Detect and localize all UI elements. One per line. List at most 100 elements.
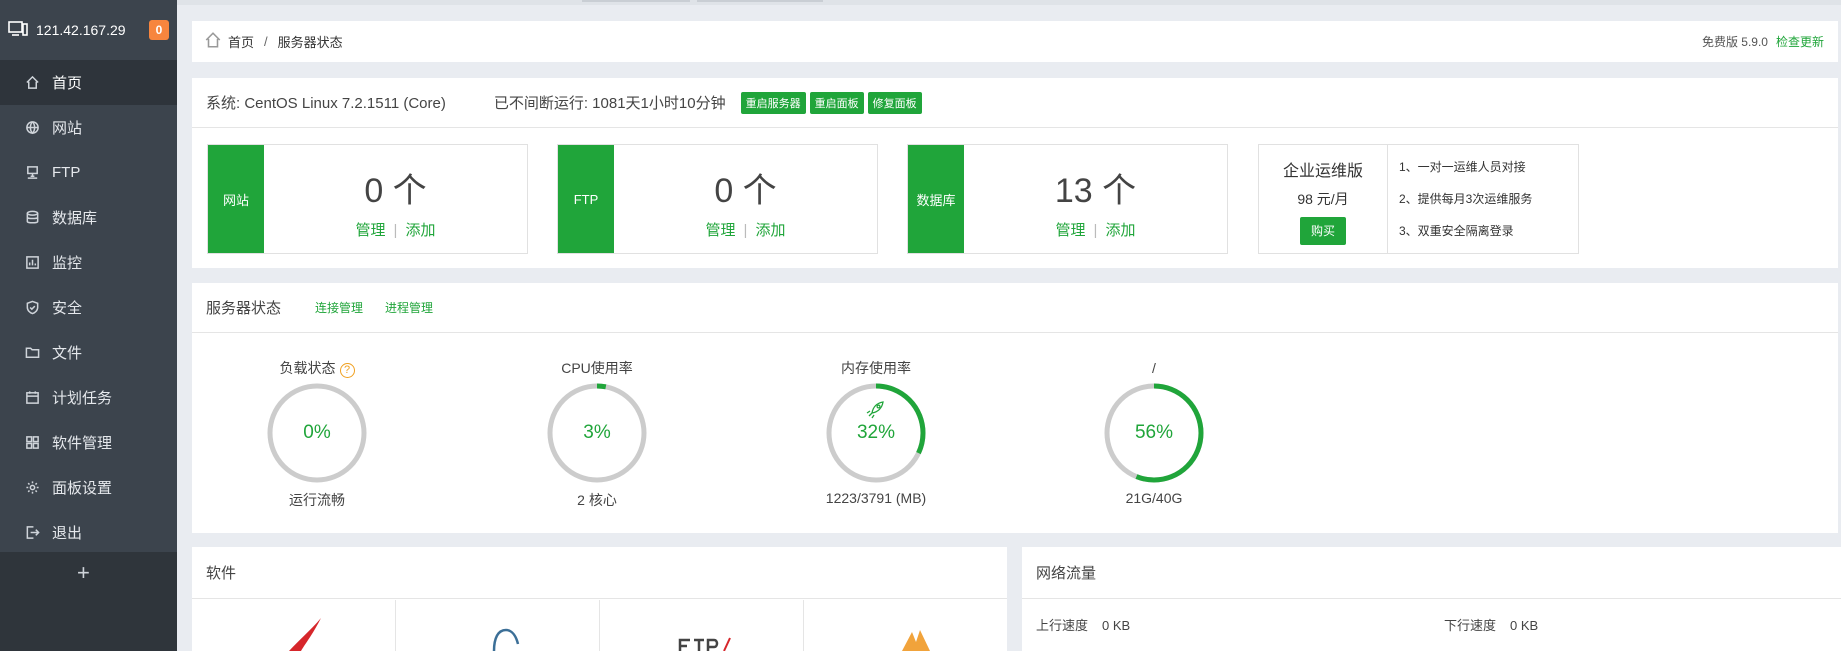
sidebar-item-label: 面板设置 <box>52 480 113 497</box>
gauge-load: 负载状态? 0% 运行流畅 <box>237 358 397 510</box>
restart-server-button[interactable]: 重启服务器 <box>740 91 806 114</box>
ftp-logo-icon <box>678 637 731 651</box>
home-icon[interactable] <box>204 31 222 52</box>
network-panel: 网络流量 上行速度 0 KB 下行速度 0 KB <box>1022 547 1841 651</box>
sidebar-item-cron[interactable]: 计划任务 <box>0 375 177 420</box>
stat-links: 管理 | 添加 <box>264 219 527 240</box>
upload-label: 上行速度 <box>1036 618 1089 633</box>
software-item[interactable] <box>396 600 600 651</box>
connections-link[interactable]: 连接管理 <box>315 299 363 316</box>
sidebar-add-area: + <box>0 552 177 651</box>
top-strip <box>177 0 1841 5</box>
gauge-value: 32% <box>856 422 896 443</box>
overview-header: 系统: CentOS Linux 7.2.1511 (Core) 已不间断运行:… <box>192 78 1838 128</box>
link-divider: | <box>743 222 748 239</box>
buy-button[interactable]: 购买 <box>1300 217 1346 245</box>
sidebar-item-label: FTP <box>52 164 81 181</box>
download-value: 0 KB <box>1510 618 1539 633</box>
stat-count: 0 个 <box>714 172 777 210</box>
restart-panel-button[interactable]: 重启面板 <box>809 91 864 114</box>
gauge-title: 负载状态? <box>237 358 397 378</box>
top-tab[interactable] <box>582 0 690 2</box>
gauge-caption: 21G/40G <box>1125 490 1183 506</box>
breadcrumb-separator: / <box>264 34 268 49</box>
manage-link[interactable]: 管理 <box>706 222 736 239</box>
sidebar-item-database[interactable]: 数据库 <box>0 195 177 240</box>
repair-panel-button[interactable]: 修复面板 <box>867 91 922 114</box>
stat-website: 网站 0 个 管理 | 添加 <box>207 144 528 254</box>
upload-speed: 上行速度 0 KB <box>1036 615 1130 634</box>
sidebar-item-files[interactable]: 文件 <box>0 330 177 375</box>
stat-ftp: FTP 0 个 管理 | 添加 <box>557 144 878 254</box>
upload-value: 0 KB <box>1102 618 1131 633</box>
ftp-icon <box>24 165 40 181</box>
gauge-caption: 2 核心 <box>577 492 617 508</box>
add-icon[interactable]: + <box>77 560 90 586</box>
gauge-cpu: CPU使用率 3% 2 核心 <box>517 358 677 510</box>
folder-icon <box>24 345 40 361</box>
version-label: 免费版 5.9.0 <box>1701 35 1768 49</box>
sidebar-item-software[interactable]: 软件管理 <box>0 420 177 465</box>
sidebar-item-logout[interactable]: 退出 <box>0 510 177 555</box>
gauge-value: 0% <box>303 422 331 443</box>
php-logo-icon <box>902 630 930 651</box>
promo-feature: 1、一对一运维人员对接 <box>1399 160 1526 174</box>
add-link[interactable]: 添加 <box>1105 222 1135 239</box>
server-status-panel: 服务器状态 连接管理 进程管理 负载状态? 0% 运行流畅 CPU使用率 3% … <box>192 283 1838 533</box>
stat-count: 0 个 <box>364 172 427 210</box>
sidebar-item-ftp[interactable]: FTP <box>0 150 177 195</box>
gauge-ring[interactable]: 3% <box>546 382 648 484</box>
top-tab[interactable] <box>697 0 823 2</box>
overview-panel: 系统: CentOS Linux 7.2.1511 (Core) 已不间断运行:… <box>192 78 1838 268</box>
breadcrumb-home[interactable]: 首页 <box>228 32 254 51</box>
help-icon[interactable]: ? <box>339 363 355 378</box>
manage-link[interactable]: 管理 <box>356 222 386 239</box>
gauge-value: 3% <box>583 422 611 443</box>
sidebar-item-label: 计划任务 <box>52 390 113 407</box>
gauge-title: / <box>1152 360 1156 376</box>
sidebar-item-label: 退出 <box>52 525 83 542</box>
stat-tag: 数据库 <box>908 145 964 253</box>
promo-feature: 3、双重安全隔离登录 <box>1399 224 1514 238</box>
gauge-caption: 运行流畅 <box>289 492 345 508</box>
sidebar-item-security[interactable]: 安全 <box>0 285 177 330</box>
add-link[interactable]: 添加 <box>755 222 785 239</box>
software-item[interactable] <box>192 600 396 651</box>
promo-title: 企业运维版 <box>1282 163 1363 180</box>
sidebar-item-label: 文件 <box>52 345 83 362</box>
add-link[interactable]: 添加 <box>405 222 435 239</box>
gauge-disk: / 56% 21G/40G <box>1074 358 1234 506</box>
software-item[interactable] <box>600 600 804 651</box>
apps-icon <box>24 435 40 451</box>
promo-feature: 2、提供每月3次运维服务 <box>1399 192 1533 206</box>
sidebar-item-label: 首页 <box>52 75 83 92</box>
gauge-ring[interactable]: 32% <box>825 382 927 484</box>
sidebar: 121.42.167.29 0 首页 网站 FTP 数据库 监控 安全 文件 计… <box>0 0 177 651</box>
processes-link[interactable]: 进程管理 <box>385 299 433 316</box>
sidebar-item-label: 数据库 <box>52 210 98 227</box>
check-update-link[interactable]: 检查更新 <box>1776 35 1824 49</box>
gear-icon <box>24 480 40 496</box>
shield-icon <box>24 300 40 316</box>
software-item[interactable] <box>804 600 1008 651</box>
link-divider: | <box>1093 222 1098 239</box>
server-status-header: 服务器状态 连接管理 进程管理 <box>192 283 1838 333</box>
link-divider: | <box>393 222 398 239</box>
database-icon <box>24 210 40 226</box>
manage-link[interactable]: 管理 <box>1056 222 1086 239</box>
logout-icon <box>24 525 40 541</box>
gauge-ring[interactable]: 56% <box>1103 382 1205 484</box>
version-info: 免费版 5.9.0 检查更新 <box>1702 33 1838 50</box>
sidebar-item-monitor[interactable]: 监控 <box>0 240 177 285</box>
sidebar-item-website[interactable]: 网站 <box>0 105 177 150</box>
gauge-ring[interactable]: 0% <box>266 382 368 484</box>
sidebar-item-settings[interactable]: 面板设置 <box>0 465 177 510</box>
server-ip: 121.42.167.29 <box>36 22 126 38</box>
notification-badge[interactable]: 0 <box>149 20 169 40</box>
network-title: 网络流量 <box>1022 547 1841 599</box>
software-panel: 软件 <box>192 547 1007 651</box>
gauge-title: 内存使用率 <box>841 360 911 376</box>
globe-icon <box>24 120 40 136</box>
sidebar-item-home[interactable]: 首页 <box>0 60 177 105</box>
sidebar-item-label: 网站 <box>52 120 83 137</box>
